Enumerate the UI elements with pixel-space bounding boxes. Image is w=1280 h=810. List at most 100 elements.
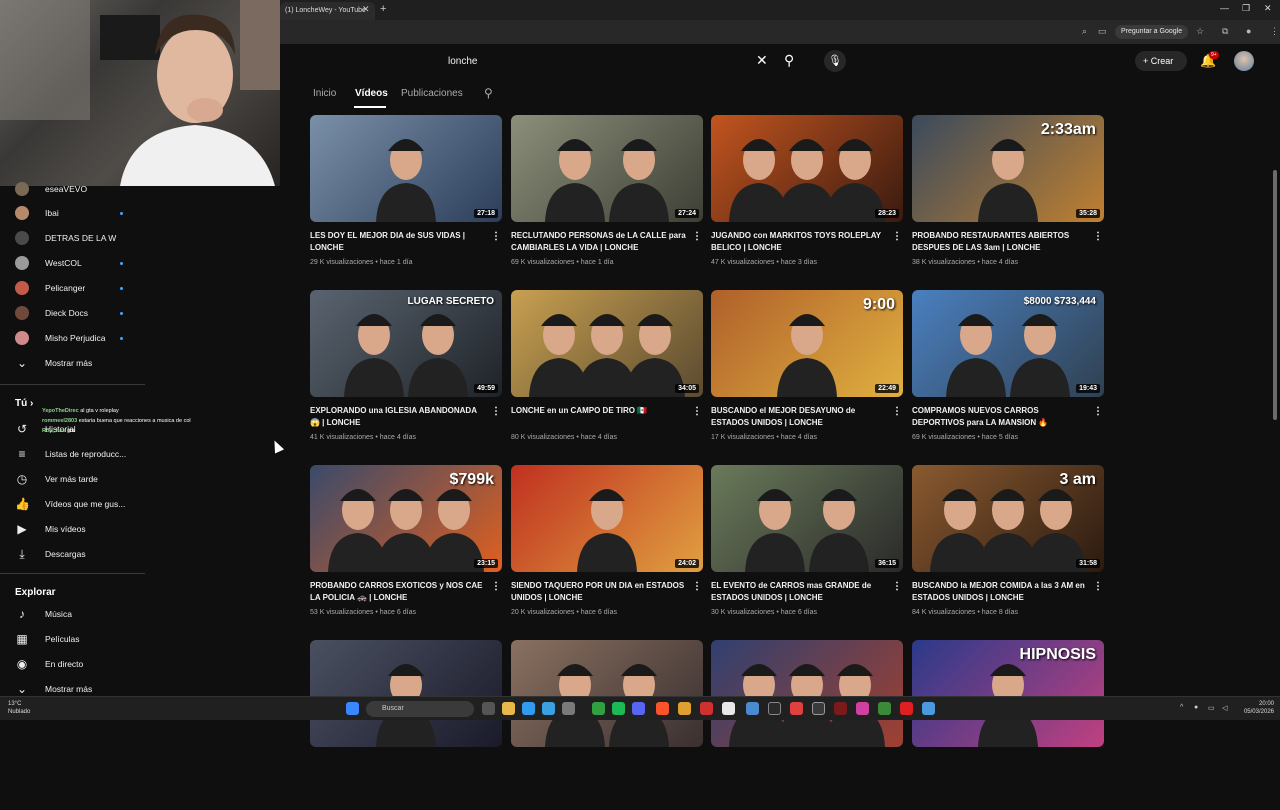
network-icon[interactable]: ▭ <box>1208 704 1215 712</box>
video-title[interactable]: PROBANDO CARROS EXOTICOS y NOS CAE LA PO… <box>310 580 488 604</box>
avatar[interactable] <box>1234 51 1254 71</box>
video-thumbnail[interactable]: 9:00 22:49 <box>711 290 903 397</box>
app-icon[interactable] <box>562 702 575 715</box>
video-thumbnail[interactable]: 28:23 <box>711 115 903 222</box>
app-icon[interactable] <box>812 702 825 715</box>
video-thumbnail[interactable] <box>511 640 703 747</box>
video-title[interactable]: COMPRAMOS NUEVOS CARROS DEPORTIVOS para … <box>912 405 1090 429</box>
profile-icon[interactable]: ● <box>1246 26 1251 36</box>
video-card[interactable]: 27:24 RECLUTANDO PERSONAS de LA CALLE par… <box>511 115 703 285</box>
more-options-icon[interactable]: ⋮ <box>692 581 702 592</box>
search-icon[interactable]: ⚲ <box>784 52 794 69</box>
browser-menu-icon[interactable]: ⋮ <box>1270 26 1279 37</box>
bookmark-star-icon[interactable]: ☆ <box>1196 26 1204 37</box>
browser-tab[interactable]: (1) LoncheWey - YouTube <box>280 2 375 20</box>
app-icon[interactable] <box>834 702 847 715</box>
video-thumbnail[interactable]: HIPNOSIS <box>912 640 1104 747</box>
taskbar-search[interactable]: Buscar <box>366 701 474 717</box>
close-tab-icon[interactable]: ✕ <box>362 4 370 15</box>
zoom-icon[interactable]: ⌕ <box>1082 26 1087 37</box>
spotify-icon[interactable] <box>612 702 625 715</box>
brave-icon[interactable] <box>656 702 669 715</box>
video-card[interactable]: 2:33am 35:28 PROBANDO RESTAURANTES ABIERTO… <box>912 115 1104 285</box>
app-icon[interactable] <box>768 702 781 715</box>
video-title[interactable]: RECLUTANDO PERSONAS de LA CALLE para CAM… <box>511 230 689 254</box>
sidebar-item-playlists[interactable]: ≡ Listas de reproducc... <box>0 442 145 467</box>
chevron-up-icon[interactable]: ^ <box>1180 704 1183 711</box>
you-section-heading[interactable]: Tú › <box>15 398 33 409</box>
more-options-icon[interactable]: ⋮ <box>1093 231 1103 242</box>
video-card[interactable]: 36:15 EL EVENTO de CARROS mas GRANDE de E… <box>711 465 903 635</box>
more-options-icon[interactable]: ⋮ <box>491 581 501 592</box>
app-icon[interactable] <box>542 702 555 715</box>
create-button[interactable]: + Crear <box>1135 51 1187 71</box>
more-options-icon[interactable]: ⋮ <box>692 406 702 417</box>
scrollbar[interactable] <box>1273 170 1277 420</box>
video-card[interactable]: $8000 $733,444 19:43 COMPRAMOS NUEVOS CARR… <box>912 290 1104 460</box>
more-options-icon[interactable]: ⋮ <box>491 231 501 242</box>
video-title[interactable]: EL EVENTO de CARROS mas GRANDE de ESTADO… <box>711 580 889 604</box>
video-thumbnail[interactable]: 3 am 31:58 <box>912 465 1104 572</box>
app-icon[interactable] <box>722 702 735 715</box>
ask-google-button[interactable]: Preguntar a Google <box>1115 25 1189 39</box>
sidebar-channel[interactable]: Dieck Docs <box>0 301 145 326</box>
video-card[interactable]: LUGAR SECRETO 49:59 EXPLORANDO una IGLESIA… <box>310 290 502 460</box>
sidebar-item-movies[interactable]: ▦ Películas <box>0 627 145 652</box>
sidebar-item-my-videos[interactable]: ▶ Mis vídeos <box>0 517 145 542</box>
sidebar-item-music[interactable]: ♪ Música <box>0 602 145 627</box>
video-card[interactable]: 28:23 JUGANDO con MARKITOS TOYS ROLEPLAY … <box>711 115 903 285</box>
video-thumbnail[interactable]: $8000 $733,444 19:43 <box>912 290 1104 397</box>
microphone-icon[interactable]: ● <box>1194 704 1198 711</box>
more-options-icon[interactable]: ⋮ <box>892 406 902 417</box>
video-card[interactable]: 24:02 SIENDO TAQUERO POR UN DIA en ESTADO… <box>511 465 703 635</box>
app-icon[interactable] <box>632 702 645 715</box>
microphone-icon[interactable]: 🎙 <box>824 50 846 72</box>
video-thumbnail[interactable]: 2:33am 35:28 <box>912 115 1104 222</box>
video-thumbnail[interactable]: 24:02 <box>511 465 703 572</box>
video-card[interactable] <box>310 640 502 810</box>
sidebar-item-liked[interactable]: 👍 Vídeos que me gus... <box>0 492 145 517</box>
sidebar-channel[interactable]: DETRAS DE LA W <box>0 226 145 251</box>
app-icon[interactable] <box>700 702 713 715</box>
video-title[interactable]: LES DOY EL MEJOR DIA de SUS VIDAS | LONC… <box>310 230 488 254</box>
new-tab-icon[interactable]: + <box>380 3 386 15</box>
sidebar-channel[interactable]: Pelicanger <box>0 276 145 301</box>
video-title[interactable]: SIENDO TAQUERO POR UN DIA en ESTADOS UNI… <box>511 580 689 604</box>
sidebar-channel[interactable]: Ibai <box>0 201 145 226</box>
video-thumbnail[interactable]: 34:05 <box>511 290 703 397</box>
video-card[interactable] <box>711 640 903 810</box>
more-options-icon[interactable]: ⋮ <box>892 581 902 592</box>
video-card[interactable]: 9:00 22:49 BUSCANDO el MEJOR DESAYUNO de E… <box>711 290 903 460</box>
app-icon[interactable] <box>678 702 691 715</box>
video-card[interactable] <box>511 640 703 810</box>
video-card[interactable]: 34:05 LONCHE en un CAMPO DE TIRO 🇲🇽 80 K v… <box>511 290 703 460</box>
maximize-icon[interactable]: ❐ <box>1242 3 1250 14</box>
sidebar-item-downloads[interactable]: ⤓ Descargas <box>0 542 145 567</box>
video-thumbnail[interactable] <box>310 640 502 747</box>
app-icon[interactable] <box>746 702 759 715</box>
task-view-icon[interactable] <box>482 702 495 715</box>
video-title[interactable]: EXPLORANDO una IGLESIA ABANDONADA 😱 | LO… <box>310 405 488 429</box>
close-window-icon[interactable]: ✕ <box>1264 3 1272 14</box>
more-options-icon[interactable]: ⋮ <box>491 406 501 417</box>
sidebar-channel[interactable]: Misho Perjudica <box>0 326 145 351</box>
extensions-icon[interactable]: ⧉ <box>1222 26 1228 37</box>
video-title[interactable]: BUSCANDO el MEJOR DESAYUNO de ESTADOS UN… <box>711 405 889 429</box>
close-icon[interactable]: ✕ <box>756 52 768 69</box>
more-options-icon[interactable]: ⋮ <box>1093 581 1103 592</box>
chrome-icon[interactable] <box>922 702 935 715</box>
video-card[interactable]: HIPNOSIS <box>912 640 1104 810</box>
clock[interactable]: 20:00 05/03/2026 <box>1238 700 1274 716</box>
video-thumbnail[interactable]: 27:24 <box>511 115 703 222</box>
video-title[interactable]: PROBANDO RESTAURANTES ABIERTOS DESPUES D… <box>912 230 1090 254</box>
app-icon[interactable] <box>522 702 535 715</box>
file-explorer-icon[interactable] <box>502 702 515 715</box>
more-options-icon[interactable]: ⋮ <box>1093 406 1103 417</box>
more-options-icon[interactable]: ⋮ <box>892 231 902 242</box>
video-card[interactable]: 3 am 31:58 BUSCANDO la MEJOR COMIDA a las … <box>912 465 1104 635</box>
tab-posts[interactable]: Publicaciones <box>401 88 463 99</box>
tab-home[interactable]: Inicio <box>313 88 336 99</box>
more-options-icon[interactable]: ⋮ <box>692 231 702 242</box>
search-input[interactable]: lonche <box>438 50 808 72</box>
app-icon[interactable] <box>878 702 891 715</box>
